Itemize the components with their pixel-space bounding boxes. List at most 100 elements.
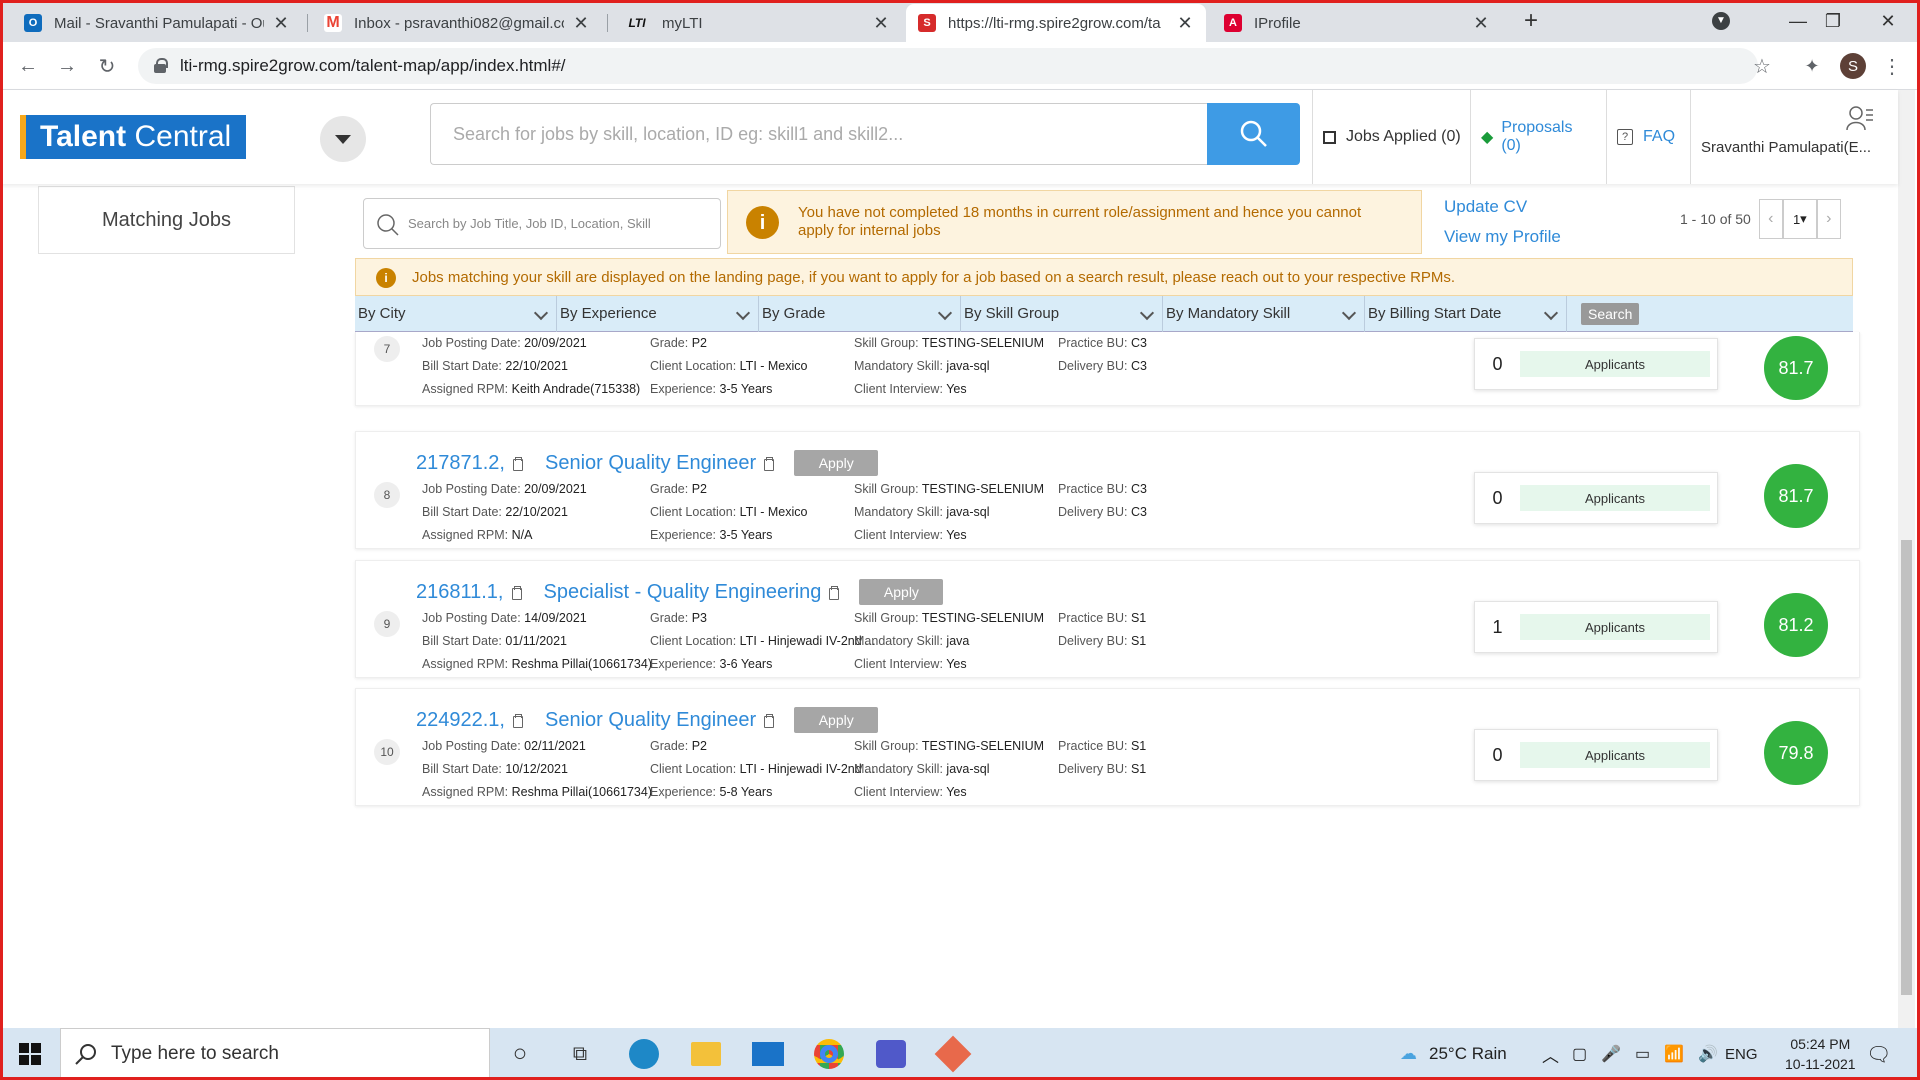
detail-label: Practice BU: [1058,482,1128,496]
tab-outlook-mail[interactable]: O Mail - Sravanthi Pamulapati - Out ✕ [12,4,302,42]
next-page-icon[interactable]: › [1816,199,1841,239]
restore-icon[interactable]: ❐ [1810,0,1856,42]
applicants-box[interactable]: 0 Applicants [1474,729,1718,781]
matching-jobs-card[interactable]: Matching Jobs [38,186,295,254]
tab-search-icon[interactable]: ▼ [1698,0,1744,42]
url-text: lti-rmg.spire2grow.com/talent-map/app/in… [180,56,566,75]
filter-grade[interactable]: By Grade [759,295,961,332]
job-title-link[interactable]: Senior Quality Engineer [545,452,756,475]
update-cv-link[interactable]: Update CV [1444,197,1527,217]
menu-kebab-icon[interactable]: ⋮ [1878,52,1906,80]
tab-iprofile[interactable]: A IProfile ✕ [1212,4,1502,42]
close-tab-icon[interactable]: ✕ [1176,13,1194,34]
detail-row: Grade: P2 [650,332,808,355]
menu-dropdown-button[interactable] [320,116,366,162]
taskbar-search-box[interactable]: Type here to search [60,1028,490,1080]
package-app-icon[interactable] [934,1035,972,1073]
applicants-box[interactable]: 0 Applicants [1474,472,1718,524]
windows-start-icon[interactable] [12,1036,48,1072]
weather-widget[interactable]: ☁ 25°C Rain [1400,1028,1507,1080]
faq-link[interactable]: ? FAQ [1606,90,1690,184]
jobs-applied-link[interactable]: Jobs Applied (0) [1312,90,1470,184]
detail-row: Practice BU: C3 [1058,478,1147,501]
file-explorer-icon[interactable] [688,1036,724,1072]
mail-app-icon[interactable] [750,1036,786,1072]
teams-icon[interactable] [873,1036,909,1072]
cortana-icon[interactable]: ○ [502,1036,538,1072]
detail-label: Delivery BU: [1058,505,1128,519]
job-id-link[interactable]: 217871.2, [416,452,505,475]
filter-billing-start-date[interactable]: By Billing Start Date [1365,295,1567,332]
tab-spire2grow[interactable]: S https://lti-rmg.spire2grow.com/ta ✕ [906,4,1206,42]
detail-label: Mandatory Skill: [854,762,943,776]
scrollbar-thumb[interactable] [1901,540,1912,995]
apply-button[interactable]: Apply [859,579,944,605]
tray-chevron-icon[interactable]: ︿ [1542,1028,1559,1080]
bookmark-star-icon[interactable]: ☆ [1748,52,1776,80]
copy-icon[interactable] [511,586,522,600]
search-icon [377,214,399,236]
extensions-icon[interactable]: ✦ [1798,52,1826,80]
job-title-link[interactable]: Specialist - Quality Engineering [544,581,822,604]
back-icon[interactable]: ← [14,52,42,80]
task-view-icon[interactable]: ⧉ [562,1036,598,1072]
chrome-icon[interactable] [811,1036,847,1072]
copy-icon[interactable] [512,714,523,728]
edge-icon[interactable] [626,1036,662,1072]
detail-label: Skill Group: [854,611,919,625]
view-profile-link[interactable]: View my Profile [1444,227,1561,247]
new-tab-icon[interactable]: + [1508,0,1554,42]
prev-page-icon[interactable]: ‹ [1758,199,1783,239]
close-tab-icon[interactable]: ✕ [1472,13,1490,34]
system-tray-icons[interactable]: ▢🎤▭📶🔊 [1572,1028,1732,1080]
detail-label: Experience: [650,785,717,799]
help-icon: ? [1617,129,1633,145]
language-indicator[interactable]: ENG [1725,1028,1758,1080]
page-select[interactable]: 1 ▾ [1782,199,1817,239]
filter-experience[interactable]: By Experience [557,295,759,332]
profile-avatar[interactable]: S [1840,53,1866,79]
user-profile-icon[interactable] [1846,104,1873,131]
proposals-link[interactable]: ◆ Proposals (0) [1470,90,1594,184]
applicants-box[interactable]: 1 Applicants [1474,601,1718,653]
close-window-icon[interactable]: ✕ [1865,0,1911,42]
detail-value: Yes [946,657,967,671]
job-card: 216811.1, Specialist - Quality Engineerin… [355,560,1860,678]
close-tab-icon[interactable]: ✕ [572,13,590,34]
filter-mandatory-skill[interactable]: By Mandatory Skill [1163,295,1365,332]
match-score-badge: 81.7 [1764,336,1828,400]
copy-icon[interactable] [512,457,523,471]
filter-city[interactable]: By City [355,295,557,332]
apply-button[interactable]: Apply [794,707,879,733]
page-scrollbar[interactable] [1898,90,1915,1028]
eligibility-warning: i You have not completed 18 months in cu… [727,190,1422,254]
forward-icon[interactable]: → [53,52,81,80]
notifications-icon[interactable]: 🗨 [1866,1028,1891,1080]
job-id-link[interactable]: 224922.1, [416,709,505,732]
tab-mylti[interactable]: LTI myLTI ✕ [612,4,902,42]
taskbar-search-placeholder: Type here to search [111,1043,279,1064]
reload-icon[interactable]: ↻ [93,52,121,80]
job-title-link[interactable]: Senior Quality Engineer [545,709,756,732]
search-button[interactable] [1207,103,1300,165]
talent-central-logo[interactable]: Talent Central [20,115,246,159]
copy-icon[interactable] [764,714,775,728]
job-id-link[interactable]: 216811.1, [416,581,504,604]
tab-gmail-inbox[interactable]: M Inbox - psravanthi082@gmail.com ✕ [312,4,602,42]
job-search-input[interactable] [430,103,1207,165]
copy-icon[interactable] [829,586,840,600]
apply-button[interactable]: Apply [794,450,879,476]
detail-row: Experience: 5-8 Years [650,781,876,804]
clock[interactable]: 05:24 PM 10-11-2021 [1785,1028,1856,1080]
close-tab-icon[interactable]: ✕ [272,13,290,34]
info-icon: i [376,268,396,288]
filter-search-button[interactable]: Search [1581,302,1640,325]
copy-icon[interactable] [764,457,775,471]
job-filter-input[interactable]: Search by Job Title, Job ID, Location, S… [363,198,721,249]
detail-label: Client Location: [650,762,737,776]
address-bar[interactable]: lti-rmg.spire2grow.com/talent-map/app/in… [138,48,1758,84]
detail-row: Practice BU: S1 [1058,735,1146,758]
filter-skill-group[interactable]: By Skill Group [961,295,1163,332]
close-tab-icon[interactable]: ✕ [872,13,890,34]
applicants-box[interactable]: 0 Applicants [1474,338,1718,390]
